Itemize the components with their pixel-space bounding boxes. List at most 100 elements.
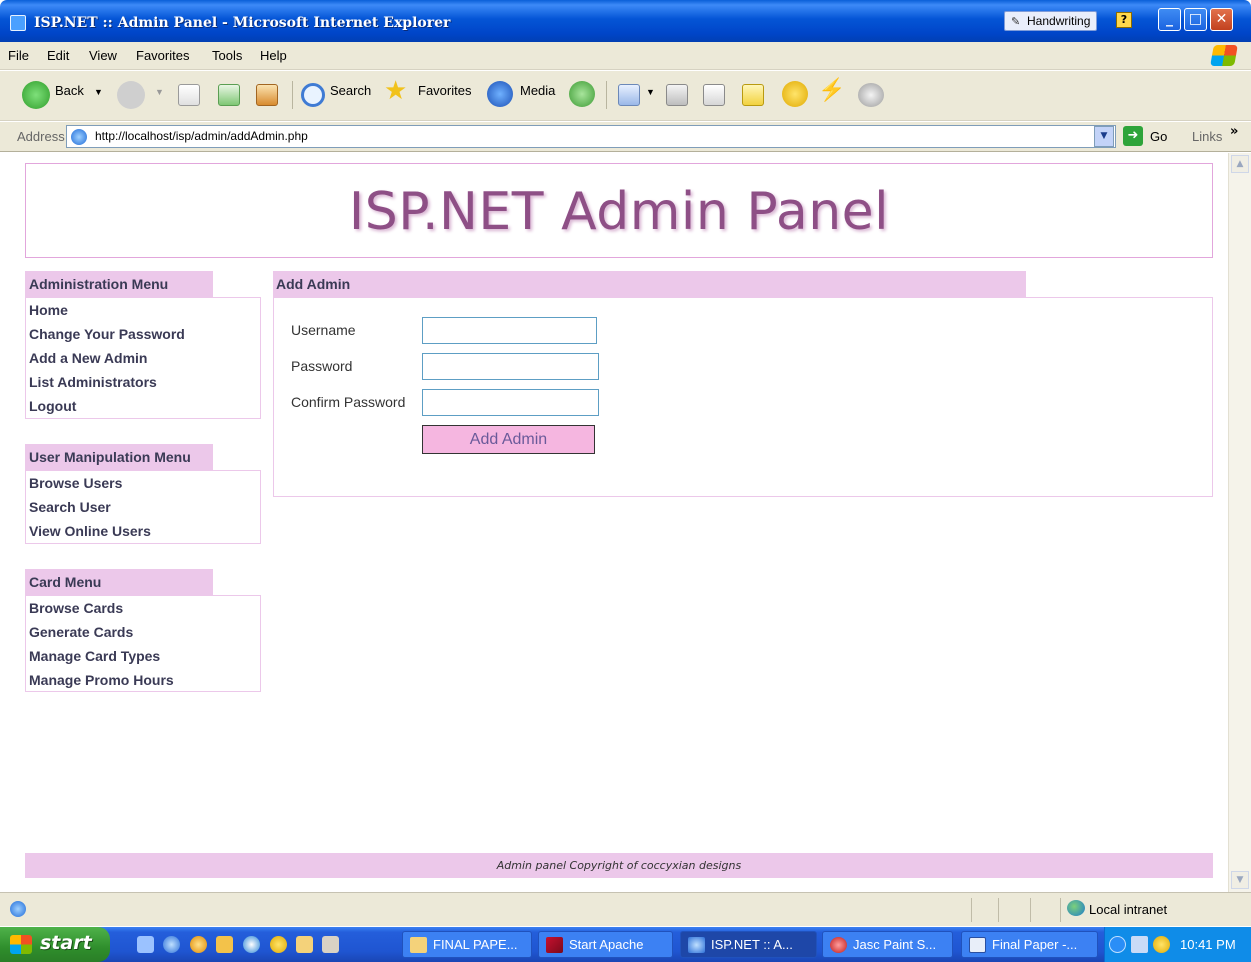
folder-icon xyxy=(410,937,427,953)
taskbar-clock: 10:41 PM xyxy=(1180,937,1236,952)
forward-arrow-icon[interactable] xyxy=(117,81,145,109)
favorites-button-label[interactable]: Favorites xyxy=(418,83,471,98)
task-start-apache[interactable]: Start Apache xyxy=(538,931,673,958)
menu-help[interactable]: Help xyxy=(260,48,287,63)
go-arrow-icon[interactable]: ➜ xyxy=(1123,126,1143,146)
search-button-label[interactable]: Search xyxy=(330,83,371,98)
menu-link-online-users[interactable]: View Online Users xyxy=(26,519,260,543)
menu-edit[interactable]: Edit xyxy=(47,48,69,63)
menu-link-add-admin[interactable]: Add a New Admin xyxy=(26,346,260,370)
address-input[interactable]: http://localhost/isp/admin/addAdmin.php xyxy=(66,125,1116,148)
menu-link-generate-cards[interactable]: Generate Cards xyxy=(26,620,260,644)
maximize-button[interactable]: □ xyxy=(1184,8,1207,31)
stop-icon[interactable] xyxy=(178,84,200,106)
status-separator xyxy=(1030,898,1031,922)
quicklaunch-media-icon[interactable] xyxy=(243,936,260,953)
search-icon[interactable] xyxy=(301,83,325,107)
page-footer: Admin panel Copyright of coccyxian desig… xyxy=(25,853,1213,878)
add-admin-button[interactable]: Add Admin xyxy=(422,425,595,454)
user-menu: Browse Users Search User View Online Use… xyxy=(25,470,261,544)
edit-icon[interactable] xyxy=(703,84,725,106)
mail-icon[interactable] xyxy=(618,84,640,106)
back-button-label[interactable]: Back xyxy=(55,83,84,98)
messenger-icon[interactable] xyxy=(782,81,808,107)
page-content: ISP.NET Admin Panel Administration Menu … xyxy=(0,153,1228,892)
help-icon[interactable]: ? xyxy=(1116,12,1132,28)
window-title: ISP.NET :: Admin Panel - Microsoft Inter… xyxy=(34,15,451,31)
menu-link-browse-cards[interactable]: Browse Cards xyxy=(26,596,260,620)
vertical-scrollbar[interactable]: ▲ ▼ xyxy=(1228,153,1251,892)
quicklaunch-tool-icon[interactable] xyxy=(216,936,233,953)
task-jasc-paint[interactable]: Jasc Paint S... xyxy=(822,931,953,958)
tray-expand-icon[interactable] xyxy=(1109,936,1126,953)
menu-tools[interactable]: Tools xyxy=(212,48,242,63)
add-admin-form xyxy=(273,297,1213,497)
scroll-down-icon[interactable]: ▼ xyxy=(1231,871,1249,889)
confirm-password-input[interactable] xyxy=(422,389,599,416)
media-button-label[interactable]: Media xyxy=(520,83,555,98)
quicklaunch-app-icon[interactable] xyxy=(190,936,207,953)
forward-dropdown-icon[interactable]: ▼ xyxy=(155,87,164,97)
mail-dropdown-icon[interactable]: ▼ xyxy=(646,87,655,97)
menu-link-logout[interactable]: Logout xyxy=(26,394,260,418)
menu-link-card-types[interactable]: Manage Card Types xyxy=(26,644,260,668)
back-arrow-icon[interactable] xyxy=(22,81,50,109)
address-dropdown-icon[interactable]: ▼ xyxy=(1094,126,1114,147)
favorites-star-icon[interactable]: ★ xyxy=(384,75,407,106)
task-ie-isp[interactable]: ISP.NET :: A... xyxy=(680,931,817,958)
paint-shop-icon xyxy=(830,937,847,953)
ie-icon xyxy=(688,937,705,953)
print-icon[interactable] xyxy=(666,84,688,106)
discuss-icon[interactable] xyxy=(742,84,764,106)
scroll-up-icon[interactable]: ▲ xyxy=(1231,155,1249,173)
page-icon xyxy=(71,129,87,145)
lightning-icon[interactable]: ⚡ xyxy=(818,77,845,103)
address-url[interactable]: http://localhost/isp/admin/addAdmin.php xyxy=(95,129,308,143)
tray-network-icon[interactable] xyxy=(1131,936,1148,953)
menu-link-promo-hours[interactable]: Manage Promo Hours xyxy=(26,668,260,692)
links-chevron-icon[interactable]: » xyxy=(1230,124,1238,139)
media-icon[interactable] xyxy=(487,81,513,107)
menu-link-home[interactable]: Home xyxy=(26,298,260,322)
language-bar-label: Handwriting xyxy=(1027,14,1091,28)
links-button[interactable]: Links xyxy=(1192,129,1222,144)
menu-link-change-password[interactable]: Change Your Password xyxy=(26,322,260,346)
close-button[interactable]: ✕ xyxy=(1210,8,1233,31)
menu-favorites[interactable]: Favorites xyxy=(136,48,189,63)
history-icon[interactable] xyxy=(569,81,595,107)
quicklaunch-desktop-icon[interactable] xyxy=(137,936,154,953)
tray-messenger-icon[interactable] xyxy=(1153,936,1170,953)
menu-link-list-admins[interactable]: List Administrators xyxy=(26,370,260,394)
admin-menu: Home Change Your Password Add a New Admi… xyxy=(25,297,261,419)
minimize-button[interactable]: _ xyxy=(1158,8,1181,31)
quicklaunch-messenger-icon[interactable] xyxy=(270,936,287,953)
username-label: Username xyxy=(291,322,356,338)
menu-file[interactable]: File xyxy=(8,48,29,63)
chat-bubble-icon[interactable] xyxy=(858,83,884,107)
task-final-paper-folder[interactable]: FINAL PAPE... xyxy=(402,931,532,958)
menu-link-search-user[interactable]: Search User xyxy=(26,495,260,519)
page-header: ISP.NET Admin Panel xyxy=(25,163,1213,258)
quicklaunch-folder-icon[interactable] xyxy=(296,936,313,953)
go-button[interactable]: Go xyxy=(1150,129,1167,144)
quicklaunch-misc-icon[interactable] xyxy=(322,936,339,953)
pen-icon: ✎ xyxy=(1011,16,1021,28)
title-bar[interactable]: ISP.NET :: Admin Panel - Microsoft Inter… xyxy=(0,0,1251,42)
status-separator xyxy=(998,898,999,922)
username-input[interactable] xyxy=(422,317,597,344)
home-icon[interactable] xyxy=(256,84,278,106)
start-button[interactable]: start xyxy=(0,927,110,962)
task-final-paper-word[interactable]: Final Paper -... xyxy=(961,931,1098,958)
status-separator xyxy=(1060,898,1061,922)
back-dropdown-icon[interactable]: ▼ xyxy=(94,87,103,97)
password-label: Password xyxy=(291,358,353,374)
quicklaunch-ie-icon[interactable] xyxy=(163,936,180,953)
password-input[interactable] xyxy=(422,353,599,380)
card-menu-title: Card Menu xyxy=(25,569,213,595)
refresh-icon[interactable] xyxy=(218,84,240,106)
menu-link-browse-users[interactable]: Browse Users xyxy=(26,471,260,495)
task-label: Final Paper -... xyxy=(992,937,1078,952)
language-bar[interactable]: ✎ Handwriting xyxy=(1004,11,1098,31)
menu-bar: File Edit View Favorites Tools Help xyxy=(0,42,1251,70)
menu-view[interactable]: View xyxy=(89,48,117,63)
